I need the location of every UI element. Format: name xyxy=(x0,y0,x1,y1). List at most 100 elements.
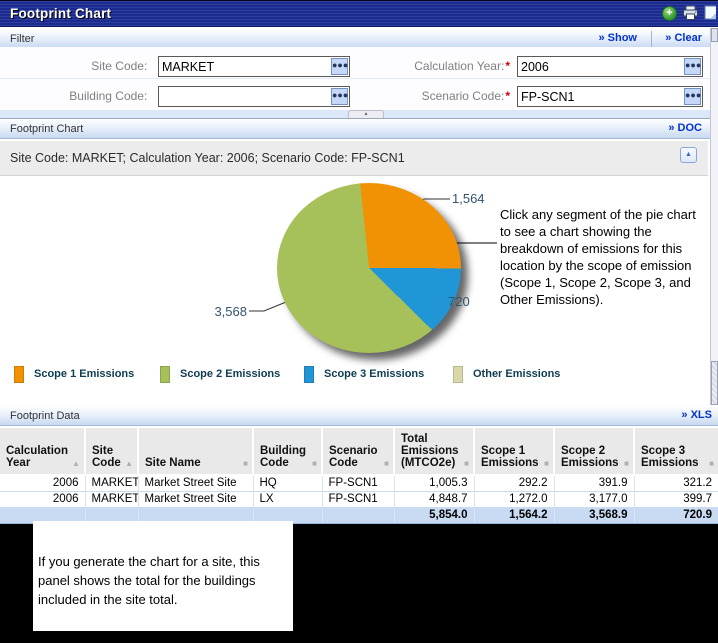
site-code-lookup-button[interactable]: ●●● xyxy=(331,58,348,75)
col-scope1-emissions[interactable]: Scope 1 Emissions ■ xyxy=(474,428,555,476)
building-code-label: Building Code:* xyxy=(69,89,148,103)
building-code-fieldwrap: ●●● xyxy=(158,86,350,107)
table-cell: 5,854.0 xyxy=(394,507,475,524)
link-divider xyxy=(651,31,652,47)
col-calculation-year[interactable]: Calculation Year ▲ xyxy=(0,428,86,476)
scrollbar-thumb[interactable] xyxy=(711,361,718,405)
col-building-code[interactable]: Building Code ■ xyxy=(253,428,323,476)
col-site-code[interactable]: Site Code ▲ xyxy=(85,428,139,476)
page-title: Footprint Chart xyxy=(10,6,112,21)
collapse-panel-button[interactable]: ▲ xyxy=(680,147,697,163)
table-row[interactable]: 2006 MARKET Market Street Site HQ FP-SCN1 1,0… xyxy=(0,475,718,492)
doc-link[interactable]: » DOC xyxy=(668,122,702,134)
table-body: 2006 MARKET Market Street Site HQ FP-SCN1 1,0… xyxy=(0,475,718,524)
building-code-input[interactable] xyxy=(158,86,350,107)
sort-asc-icon: ▲ xyxy=(125,459,133,468)
footprint-chart-window: Footprint Chart + Filter » Show » Clear … xyxy=(0,0,718,524)
export-icon[interactable] xyxy=(704,5,716,21)
data-section-header: Footprint Data » XLS xyxy=(0,405,718,426)
scenario-code-fieldwrap: ●●● xyxy=(517,86,703,107)
sort-none-icon: ■ xyxy=(464,459,469,468)
table-cell: MARKET xyxy=(85,491,139,508)
table-cell: 2006 xyxy=(0,475,86,492)
splitter-handle[interactable]: ▲ xyxy=(348,110,384,118)
sort-none-icon: ■ xyxy=(544,459,549,468)
col-scenario-code[interactable]: Scenario Code ■ xyxy=(322,428,395,476)
table-cell: LX xyxy=(253,491,323,508)
calculation-year-lookup-button[interactable]: ●●● xyxy=(684,58,701,75)
scope1-swatch-icon xyxy=(14,366,24,383)
table-cell: Market Street Site xyxy=(138,491,254,508)
chart-help-text: Click any segment of the pie chart to se… xyxy=(500,207,696,307)
table-row[interactable]: 2006 MARKET Market Street Site LX FP-SCN1 4,8… xyxy=(0,491,718,508)
col-site-name[interactable]: Site Name ■ xyxy=(138,428,254,476)
scope3-swatch-icon xyxy=(304,366,314,383)
table-cell: 399.7 xyxy=(634,491,718,508)
table-cell: 1,564.2 xyxy=(474,507,555,524)
table-cell: 1,272.0 xyxy=(474,491,555,508)
col-scope2-emissions[interactable]: Scope 2 Emissions ■ xyxy=(554,428,635,476)
sort-none-icon: ■ xyxy=(709,459,714,468)
pie-chart[interactable] xyxy=(277,183,461,353)
title-bar: Footprint Chart + xyxy=(0,0,718,27)
table-cell xyxy=(322,507,395,524)
pie-value-scope2: 3,568 xyxy=(214,304,247,319)
table-cell: 391.9 xyxy=(554,475,635,492)
chart-legend: Scope 1 Emissions Scope 2 Emissions Scop… xyxy=(0,366,710,390)
sort-none-icon: ■ xyxy=(312,459,317,468)
filter-section-header: Filter » Show » Clear xyxy=(0,28,710,49)
scenario-code-label: Scenario Code:* xyxy=(421,89,510,103)
footprint-data-table: Calculation Year ▲ Site Code ▲ Site Name ■ … xyxy=(0,428,718,524)
pie-value-scope1: 1,564 xyxy=(452,191,485,206)
chart-section-header: Footprint Chart » DOC xyxy=(0,118,710,139)
table-header-row: Calculation Year ▲ Site Code ▲ Site Name ■ … xyxy=(0,428,718,476)
scenario-code-input[interactable] xyxy=(517,86,703,107)
scrollbar-top-thumb[interactable] xyxy=(711,28,718,42)
show-link[interactable]: » Show xyxy=(598,32,637,44)
chart-section-title: Footprint Chart xyxy=(10,123,84,135)
site-code-label: Site Code:* xyxy=(91,59,148,73)
calculation-year-label: Calculation Year:* xyxy=(414,59,510,73)
chart-area: 1,564 720 3,568 Click any segment of the… xyxy=(0,176,710,405)
calculation-year-fieldwrap: ●●● xyxy=(517,56,703,77)
sort-asc-icon: ▲ xyxy=(72,459,80,468)
table-cell: 4,848.7 xyxy=(394,491,475,508)
table-cell: 2006 xyxy=(0,491,86,508)
filter-section-title: Filter xyxy=(10,33,35,45)
other-swatch-icon xyxy=(453,366,463,383)
vertical-scrollbar[interactable] xyxy=(710,28,718,405)
table-cell: FP-SCN1 xyxy=(322,475,395,492)
pie-chart-wrap xyxy=(277,183,461,353)
sort-none-icon: ■ xyxy=(243,459,248,468)
table-cell: 3,568.9 xyxy=(554,507,635,524)
sort-none-icon: ■ xyxy=(624,459,629,468)
table-cell: FP-SCN1 xyxy=(322,491,395,508)
col-scope3-emissions[interactable]: Scope 3 Emissions ■ xyxy=(634,428,718,476)
sort-none-icon: ■ xyxy=(384,459,389,468)
clear-link[interactable]: » Clear xyxy=(665,32,702,44)
data-section-title: Footprint Data xyxy=(10,410,80,422)
table-cell: 321.2 xyxy=(634,475,718,492)
print-icon[interactable] xyxy=(682,5,699,21)
table-cell: HQ xyxy=(253,475,323,492)
table-cell: 1,005.3 xyxy=(394,475,475,492)
note-panel: If you generate the chart for a site, th… xyxy=(33,521,293,631)
row-separator xyxy=(0,78,710,79)
site-code-input[interactable] xyxy=(158,56,350,77)
table-cell: Market Street Site xyxy=(138,475,254,492)
table-cell: 292.2 xyxy=(474,475,555,492)
add-icon[interactable]: + xyxy=(662,5,677,21)
scope2-swatch-icon xyxy=(160,366,170,383)
title-bar-icons: + xyxy=(662,5,716,21)
xls-link[interactable]: » XLS xyxy=(681,409,712,421)
footprint-chart-screen: Footprint Chart + Filter » Show » Clear … xyxy=(0,0,718,643)
col-total-emissions[interactable]: Total Emissions (MTCO2e) ■ xyxy=(394,428,475,476)
note-text: If you generate the chart for a site, th… xyxy=(38,554,260,607)
pie-value-scope3: 720 xyxy=(448,294,470,309)
site-code-fieldwrap: ●●● xyxy=(158,56,350,77)
scenario-code-lookup-button[interactable]: ●●● xyxy=(684,88,701,105)
table-cell: MARKET xyxy=(85,475,139,492)
calculation-year-input[interactable] xyxy=(517,56,703,77)
building-code-lookup-button[interactable]: ●●● xyxy=(331,88,348,105)
chart-context-bar: Site Code: MARKET; Calculation Year: 200… xyxy=(0,141,708,176)
